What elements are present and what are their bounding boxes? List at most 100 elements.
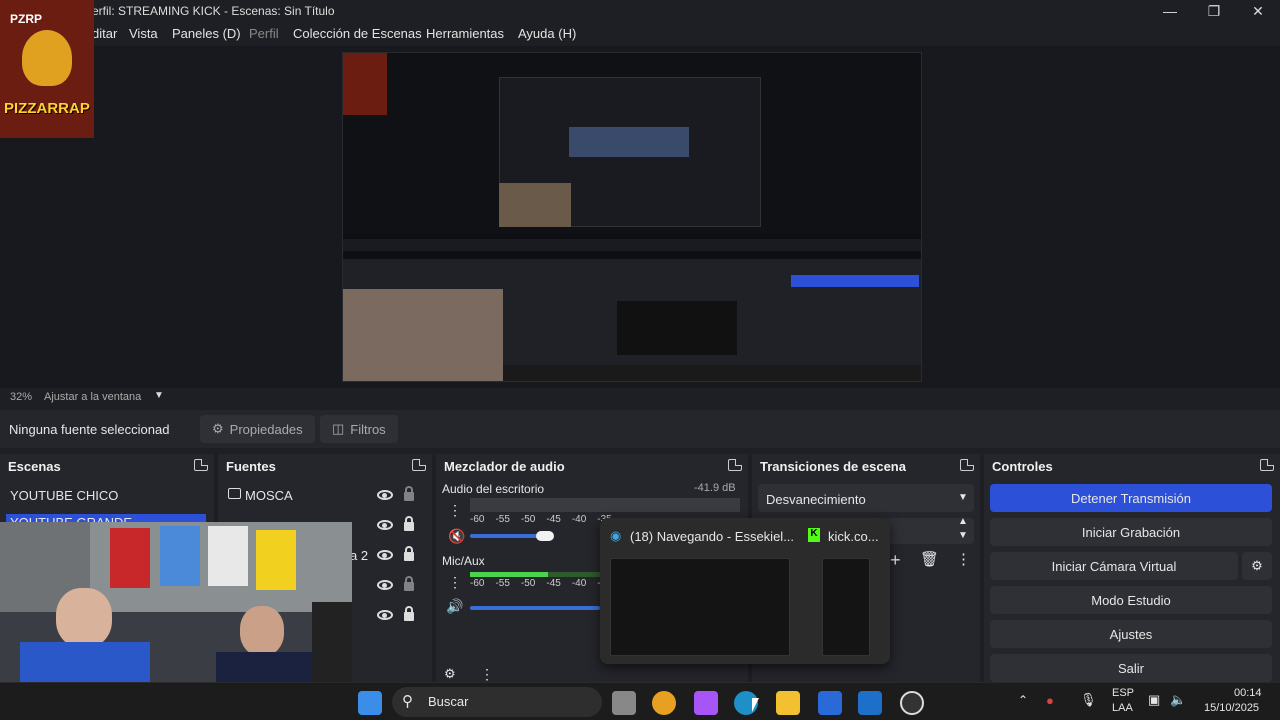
level-meter bbox=[470, 498, 740, 512]
close-button[interactable]: ✕ bbox=[1236, 0, 1280, 22]
lock-icon[interactable] bbox=[404, 516, 414, 531]
more-vertical-icon[interactable]: ⋮ bbox=[448, 502, 462, 519]
logo-bottom-text: PIZZARRAP bbox=[4, 100, 90, 117]
tick-label: -50 bbox=[520, 514, 536, 525]
sources-header: Fuentes bbox=[218, 454, 432, 478]
lock-icon[interactable] bbox=[404, 606, 414, 621]
tick-label: -55 bbox=[495, 514, 510, 525]
clock-time[interactable]: 00:14 bbox=[1234, 687, 1262, 699]
properties-button[interactable]: ⚙ Propiedades bbox=[200, 415, 315, 443]
file-explorer-icon[interactable] bbox=[776, 691, 800, 715]
maximize-button[interactable]: ❐ bbox=[1192, 0, 1236, 22]
preview-tab-title[interactable]: (18) Navegando - Essekiel... bbox=[630, 529, 794, 544]
channel-db: -41.9 dB bbox=[694, 482, 736, 494]
eye-icon[interactable] bbox=[377, 610, 393, 620]
more-vertical-icon[interactable]: ⋮ bbox=[956, 550, 971, 568]
add-icon[interactable]: + bbox=[890, 550, 901, 571]
preview-tab-title[interactable]: kick.co... bbox=[828, 529, 879, 544]
settings-button[interactable]: Ajustes bbox=[990, 620, 1272, 648]
eye-icon[interactable] bbox=[377, 490, 393, 500]
store-icon[interactable] bbox=[818, 691, 842, 715]
antivirus-icon[interactable]: ● bbox=[1046, 693, 1054, 708]
lock-icon[interactable] bbox=[404, 546, 414, 561]
minimize-button[interactable]: — bbox=[1148, 0, 1192, 22]
level-meter-fill bbox=[470, 572, 548, 577]
tick-label: -60 bbox=[470, 578, 485, 589]
properties-label: Propiedades bbox=[229, 421, 303, 437]
lock-icon[interactable] bbox=[404, 576, 414, 591]
image-source-icon bbox=[228, 488, 241, 499]
taskbar: ⚲ Buscar ⌃ ● 🎙 ESP LAA ▣ 🔈 00:14 15/10/2… bbox=[0, 682, 1280, 720]
sources-title: Fuentes bbox=[226, 458, 276, 474]
eye-icon[interactable] bbox=[377, 580, 393, 590]
search-box[interactable] bbox=[392, 687, 602, 717]
virtual-camera-settings-button[interactable]: ⚙ bbox=[1242, 552, 1272, 580]
menu-view[interactable]: Vista bbox=[129, 26, 158, 41]
clock-date[interactable]: 15/10/2025 bbox=[1204, 702, 1259, 714]
no-source-label: Ninguna fuente seleccionad bbox=[9, 422, 170, 437]
task-view-icon[interactable] bbox=[612, 691, 636, 715]
volume-icon[interactable]: 🔈 bbox=[1170, 692, 1186, 708]
volume-knob[interactable] bbox=[536, 531, 554, 541]
level-meter bbox=[470, 572, 600, 577]
microphone-icon[interactable]: 🎙 bbox=[1080, 692, 1097, 708]
copilot-icon[interactable] bbox=[694, 691, 718, 715]
undock-icon[interactable] bbox=[412, 459, 426, 471]
filters-button[interactable]: ◫ Filtros bbox=[320, 415, 398, 443]
controls-title: Controles bbox=[992, 458, 1053, 474]
lock-icon[interactable] bbox=[404, 486, 414, 501]
scenes-title: Escenas bbox=[8, 458, 61, 474]
undock-icon[interactable] bbox=[728, 459, 742, 471]
more-vertical-icon[interactable]: ⋮ bbox=[448, 574, 462, 591]
volume-slider[interactable] bbox=[470, 606, 600, 610]
source-item[interactable]: MOSCA bbox=[245, 488, 293, 503]
obs-icon[interactable] bbox=[900, 691, 924, 715]
outlook-icon[interactable] bbox=[858, 691, 882, 715]
window-thumbnail[interactable] bbox=[822, 558, 870, 656]
chevron-up-icon[interactable]: ▲ bbox=[958, 516, 968, 527]
transitions-header: Transiciones de escena bbox=[752, 454, 980, 478]
network-icon[interactable]: ▣ bbox=[1148, 692, 1160, 708]
menu-bar: ditar Vista Paneles (D) Perfil Colección… bbox=[0, 22, 1280, 46]
exit-button[interactable]: Salir bbox=[990, 654, 1272, 682]
scenes-header: Escenas bbox=[0, 454, 214, 478]
lang-primary[interactable]: ESP bbox=[1112, 687, 1134, 699]
menu-help[interactable]: Ayuda (H) bbox=[518, 26, 576, 41]
speaker-icon[interactable]: 🔊 bbox=[446, 598, 463, 615]
menu-scene-collection[interactable]: Colección de Escenas bbox=[293, 26, 422, 41]
undock-icon[interactable] bbox=[194, 459, 208, 471]
start-virtual-camera-button[interactable]: Iniciar Cámara Virtual bbox=[990, 552, 1238, 580]
menu-docks[interactable]: Paneles (D) bbox=[172, 26, 241, 41]
studio-mode-button[interactable]: Modo Estudio bbox=[990, 586, 1272, 614]
menu-profile[interactable]: Perfil bbox=[249, 26, 279, 41]
stop-streaming-button[interactable]: Detener Transmisión bbox=[990, 484, 1272, 512]
window-thumbnail[interactable] bbox=[610, 558, 790, 656]
transition-selected-label: Desvanecimiento bbox=[766, 492, 866, 507]
lang-secondary[interactable]: LAA bbox=[1112, 702, 1133, 714]
chevron-down-icon[interactable]: ▼ bbox=[154, 390, 164, 401]
mixer-title: Mezclador de audio bbox=[444, 458, 565, 474]
gear-icon: ⚙ bbox=[1251, 558, 1263, 573]
scene-item[interactable]: YOUTUBE CHICO bbox=[10, 488, 118, 503]
undock-icon[interactable] bbox=[1260, 459, 1274, 471]
eye-icon[interactable] bbox=[377, 520, 393, 530]
zoom-fit-select[interactable]: Ajustar a la ventana bbox=[44, 391, 141, 403]
trash-icon[interactable]: 🗑 bbox=[920, 550, 939, 568]
chevron-down-icon[interactable]: ▼ bbox=[958, 530, 968, 541]
speaker-muted-icon[interactable]: 🔇 bbox=[448, 528, 465, 545]
meter-ticks: -60-55-50-45-40-35 bbox=[470, 514, 612, 525]
eye-icon[interactable] bbox=[377, 550, 393, 560]
channel-logo: PZRP PIZZARRAP bbox=[0, 0, 94, 138]
start-recording-button[interactable]: Iniciar Grabación bbox=[990, 518, 1272, 546]
source-item[interactable]: a 2 bbox=[350, 548, 368, 563]
mixer-settings-icon[interactable]: ⚙ bbox=[444, 666, 456, 682]
chevron-up-icon[interactable]: ⌃ bbox=[1018, 693, 1028, 707]
chrome-icon[interactable] bbox=[652, 691, 676, 715]
more-vertical-icon[interactable]: ⋮ bbox=[480, 666, 494, 683]
chevron-down-icon[interactable]: ▼ bbox=[958, 492, 968, 503]
menu-tools[interactable]: Herramientas bbox=[426, 26, 504, 41]
transition-select[interactable]: Desvanecimiento bbox=[758, 484, 974, 512]
menu-edit[interactable]: ditar bbox=[92, 26, 117, 41]
windows-start-icon[interactable] bbox=[358, 691, 382, 715]
undock-icon[interactable] bbox=[960, 459, 974, 471]
